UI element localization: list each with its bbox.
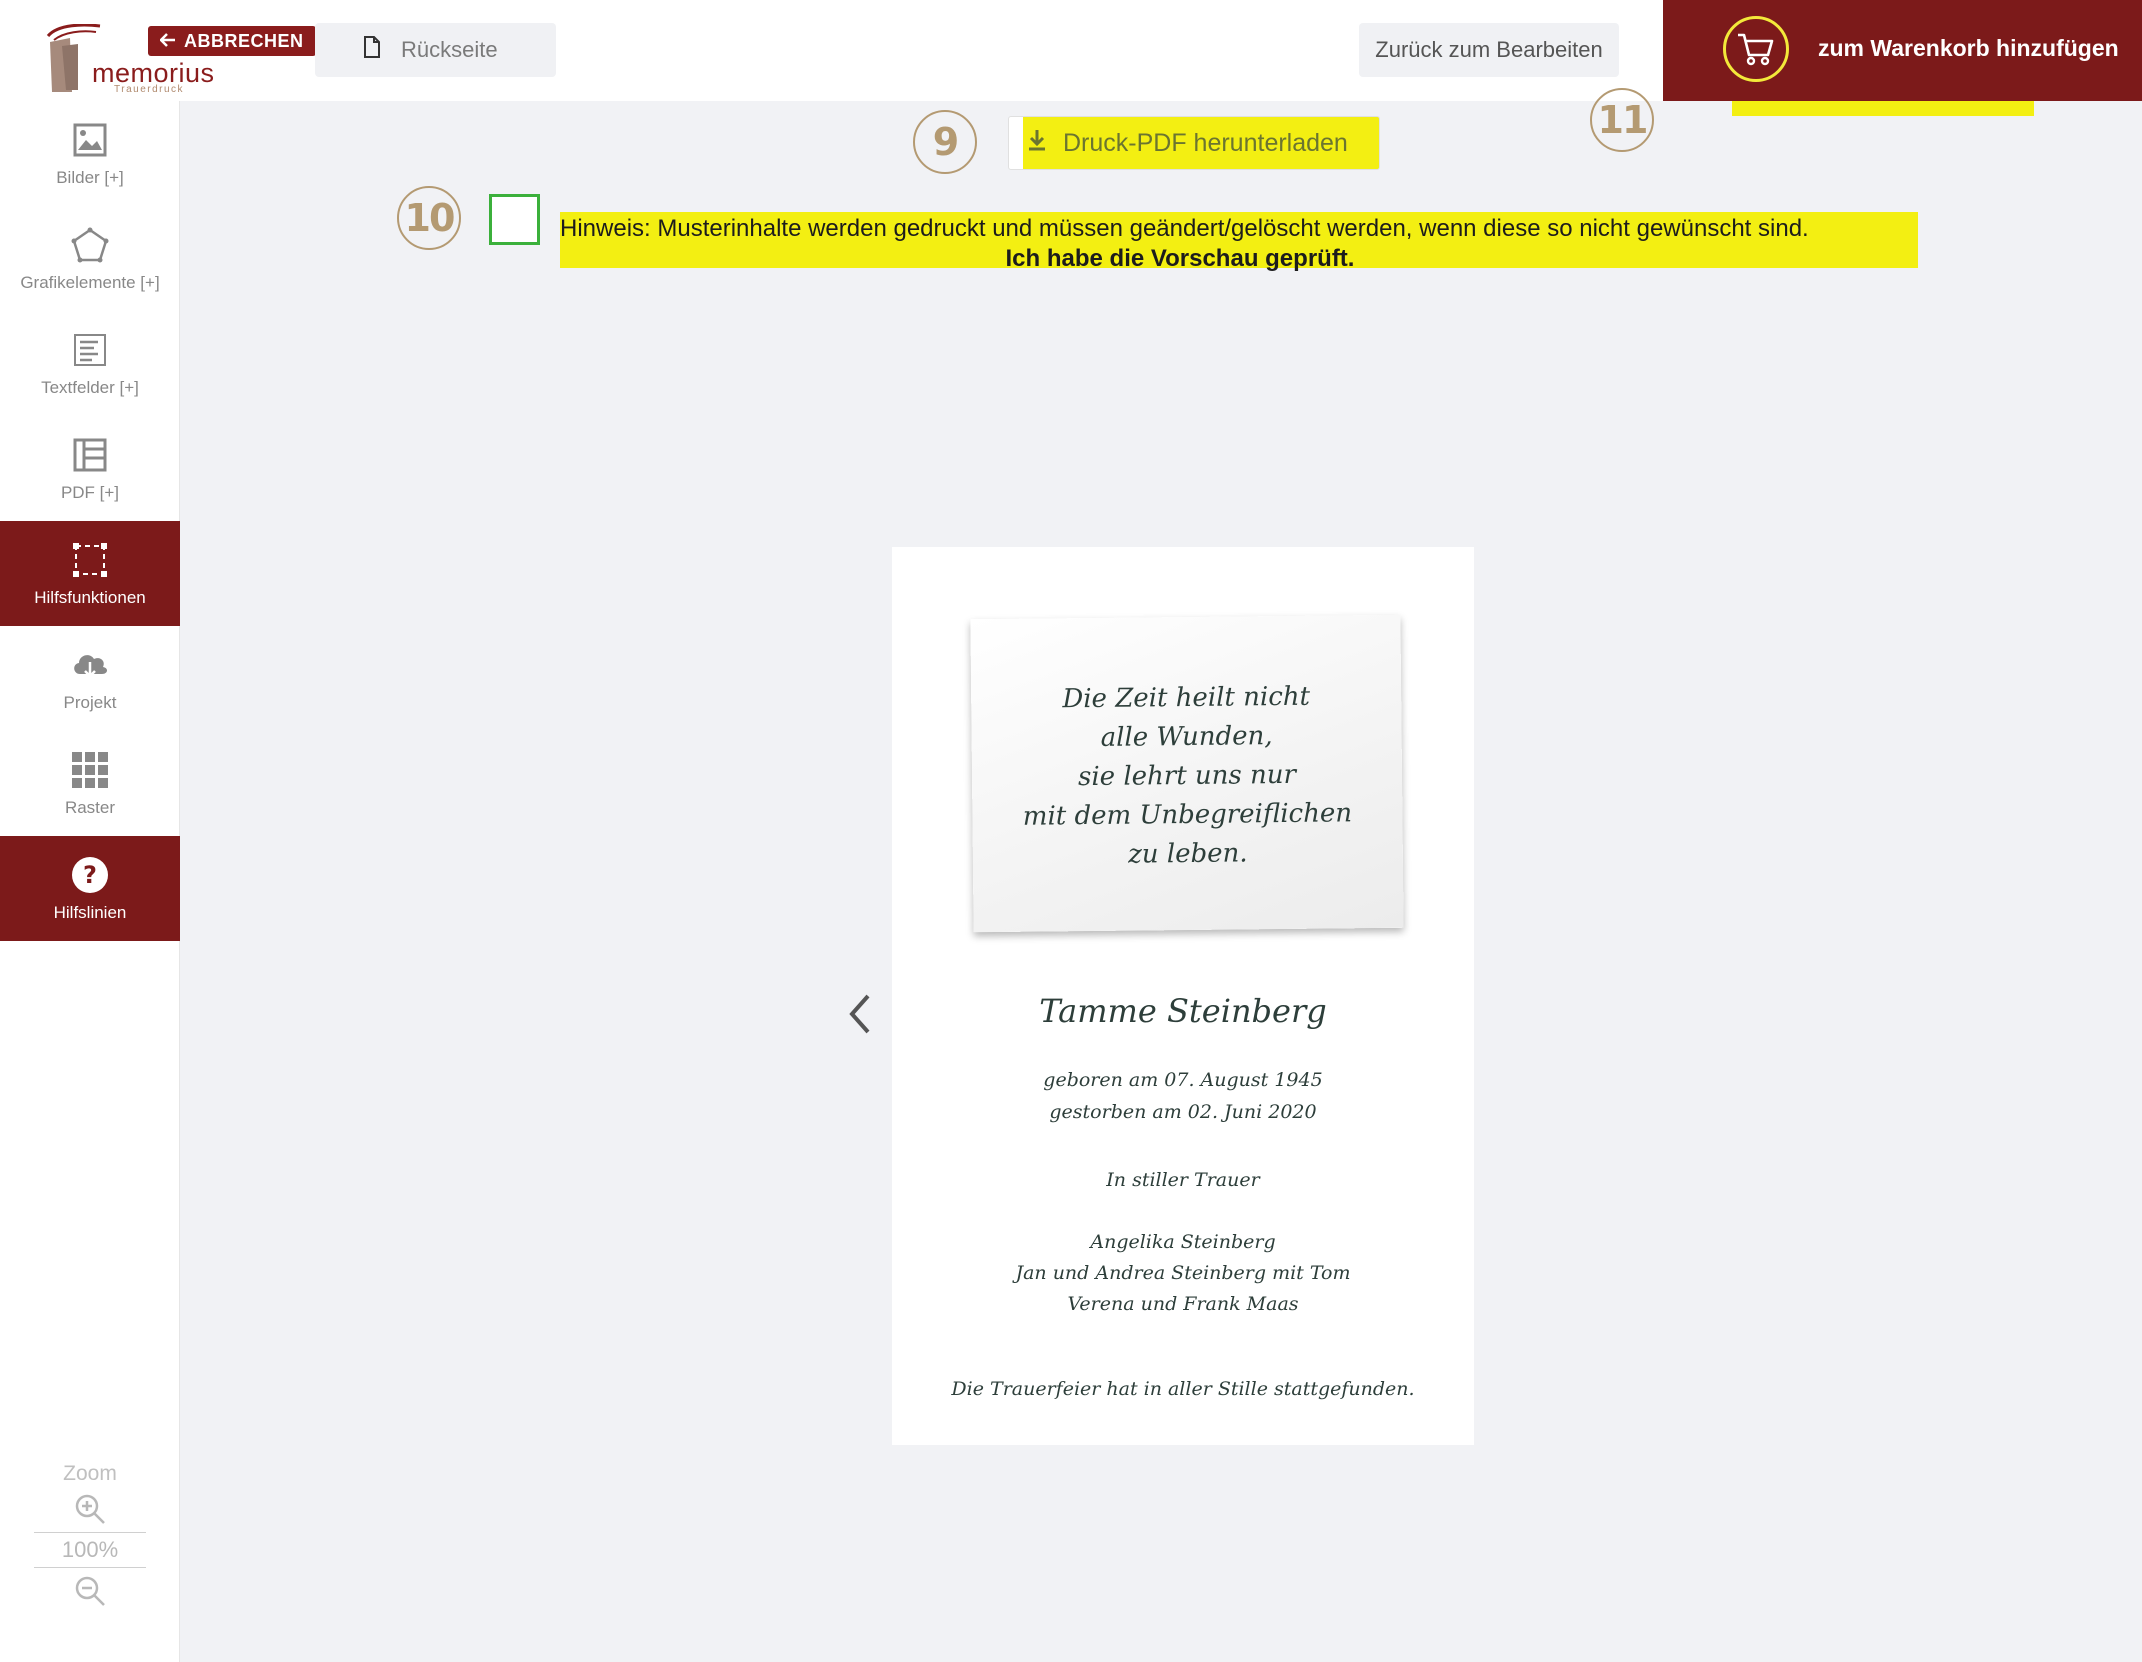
quote-paper: Die Zeit heilt nicht alle Wunden, sie le… — [970, 614, 1404, 933]
logo-subtitle: Trauerdruck — [114, 84, 185, 95]
sidebar-item-pdf[interactable]: PDF [+] — [0, 416, 180, 521]
zoom-value: 100% — [34, 1532, 146, 1568]
sidebar-item-hilfsfunktionen[interactable]: Hilfsfunktionen — [0, 521, 180, 626]
sidebar-item-projekt[interactable]: Projekt — [0, 626, 180, 731]
death-date: gestorben am 02. Juni 2020 — [1049, 1101, 1317, 1123]
add-to-cart-label: zum Warenkorb hinzufügen — [1818, 35, 2119, 61]
notice-line-1: Hinweis: Musterinhalte werden gedruckt u… — [560, 215, 1809, 242]
cancel-label: ABBRECHEN — [184, 31, 304, 51]
logo: ABBRECHEN memorius Trauerdruck — [40, 12, 316, 95]
image-icon — [70, 120, 110, 160]
question-icon: ? — [70, 855, 110, 895]
birth-date: geboren am 07. August 1945 — [1043, 1069, 1323, 1091]
zoom-out-icon[interactable] — [73, 1574, 107, 1608]
quote-text: Die Zeit heilt nicht alle Wunden, sie le… — [971, 677, 1403, 876]
selection-frame-icon — [70, 540, 110, 580]
add-to-cart-button[interactable]: zum Warenkorb hinzufügen — [1663, 0, 2142, 101]
notice-line-2: Ich habe die Vorschau geprüft. — [1005, 245, 1355, 272]
quote-line: sie lehrt uns nur — [1077, 759, 1297, 793]
mourner-line: Jan und Andrea Steinberg mit Tom — [1015, 1262, 1351, 1284]
deceased-name: Tamme Steinberg — [1039, 992, 1327, 1030]
sidebar-item-label: Hilfslinien — [53, 902, 127, 922]
sidebar-item-label: Projekt — [63, 692, 117, 712]
notice-text: Hinweis: Musterinhalte werden gedruckt u… — [560, 214, 1809, 274]
sidebar-item-textfelder[interactable]: Textfelder [+] — [0, 311, 180, 416]
sidebar-item-label: Bilder [+] — [56, 167, 124, 187]
sidebar-item-bilder[interactable]: Bilder [+] — [0, 101, 180, 206]
sidebar-item-label: Textfelder [+] — [41, 377, 139, 397]
sidebar: Bilder [+] Grafikelemente [+] Textfelder… — [0, 101, 180, 1662]
quote-line: Die Zeit heilt nicht — [1062, 681, 1311, 715]
cloud-download-icon — [70, 645, 110, 685]
sidebar-item-hilfslinien[interactable]: ? Hilfslinien — [0, 836, 180, 941]
sidebar-item-raster[interactable]: Raster — [0, 731, 180, 836]
download-print-pdf-button[interactable]: Druck-PDF herunterladen — [1008, 116, 1380, 170]
sidebar-item-grafikelemente[interactable]: Grafikelemente [+] — [0, 206, 180, 311]
zoom-control: Zoom 100% — [34, 1462, 146, 1614]
back-page-label: Rückseite — [401, 37, 498, 62]
mourner-line: Verena und Frank Maas — [1067, 1293, 1299, 1315]
step-badge-11: 11 — [1590, 88, 1654, 152]
quote-line: alle Wunden, — [1100, 721, 1273, 753]
sidebar-item-label: Raster — [64, 797, 116, 817]
preview-checked-checkbox[interactable] — [489, 194, 540, 245]
cancel-button[interactable]: ABBRECHEN — [148, 26, 316, 56]
quote-line: mit dem Unbegreiflichen — [1022, 798, 1353, 832]
grid-icon — [70, 750, 110, 790]
document-icon — [363, 36, 381, 64]
svg-text:?: ? — [83, 861, 97, 889]
arrow-left-icon — [159, 26, 176, 56]
back-page-button[interactable]: Rückseite — [315, 23, 556, 77]
card-preview: Die Zeit heilt nicht alle Wunden, sie le… — [892, 547, 1474, 1445]
sidebar-item-label: PDF [+] — [60, 482, 120, 502]
mourning-text: In stiller Trauer — [1106, 1169, 1260, 1191]
sidebar-item-label: Grafikelemente [+] — [20, 272, 160, 292]
pdf-layout-icon — [70, 435, 110, 475]
zoom-in-icon[interactable] — [73, 1492, 107, 1526]
step-badge-10: 10 — [397, 186, 461, 250]
pentagon-icon — [70, 225, 110, 265]
mourner-line: Angelika Steinberg — [1090, 1231, 1276, 1253]
sidebar-item-label: Hilfsfunktionen — [34, 587, 146, 607]
chevron-left-icon[interactable] — [842, 990, 878, 1038]
ceremony-note: Die Trauerfeier hat in aller Stille stat… — [951, 1378, 1415, 1400]
quote-line: zu leben. — [1127, 838, 1248, 870]
step-badge-9: 9 — [913, 110, 977, 174]
textfield-icon — [70, 330, 110, 370]
zoom-label: Zoom — [63, 1462, 117, 1485]
download-pdf-label: Druck-PDF herunterladen — [1063, 128, 1348, 157]
back-to-edit-button[interactable]: Zurück zum Bearbeiten — [1359, 23, 1619, 77]
download-icon — [1027, 129, 1047, 158]
cart-icon — [1723, 16, 1789, 82]
